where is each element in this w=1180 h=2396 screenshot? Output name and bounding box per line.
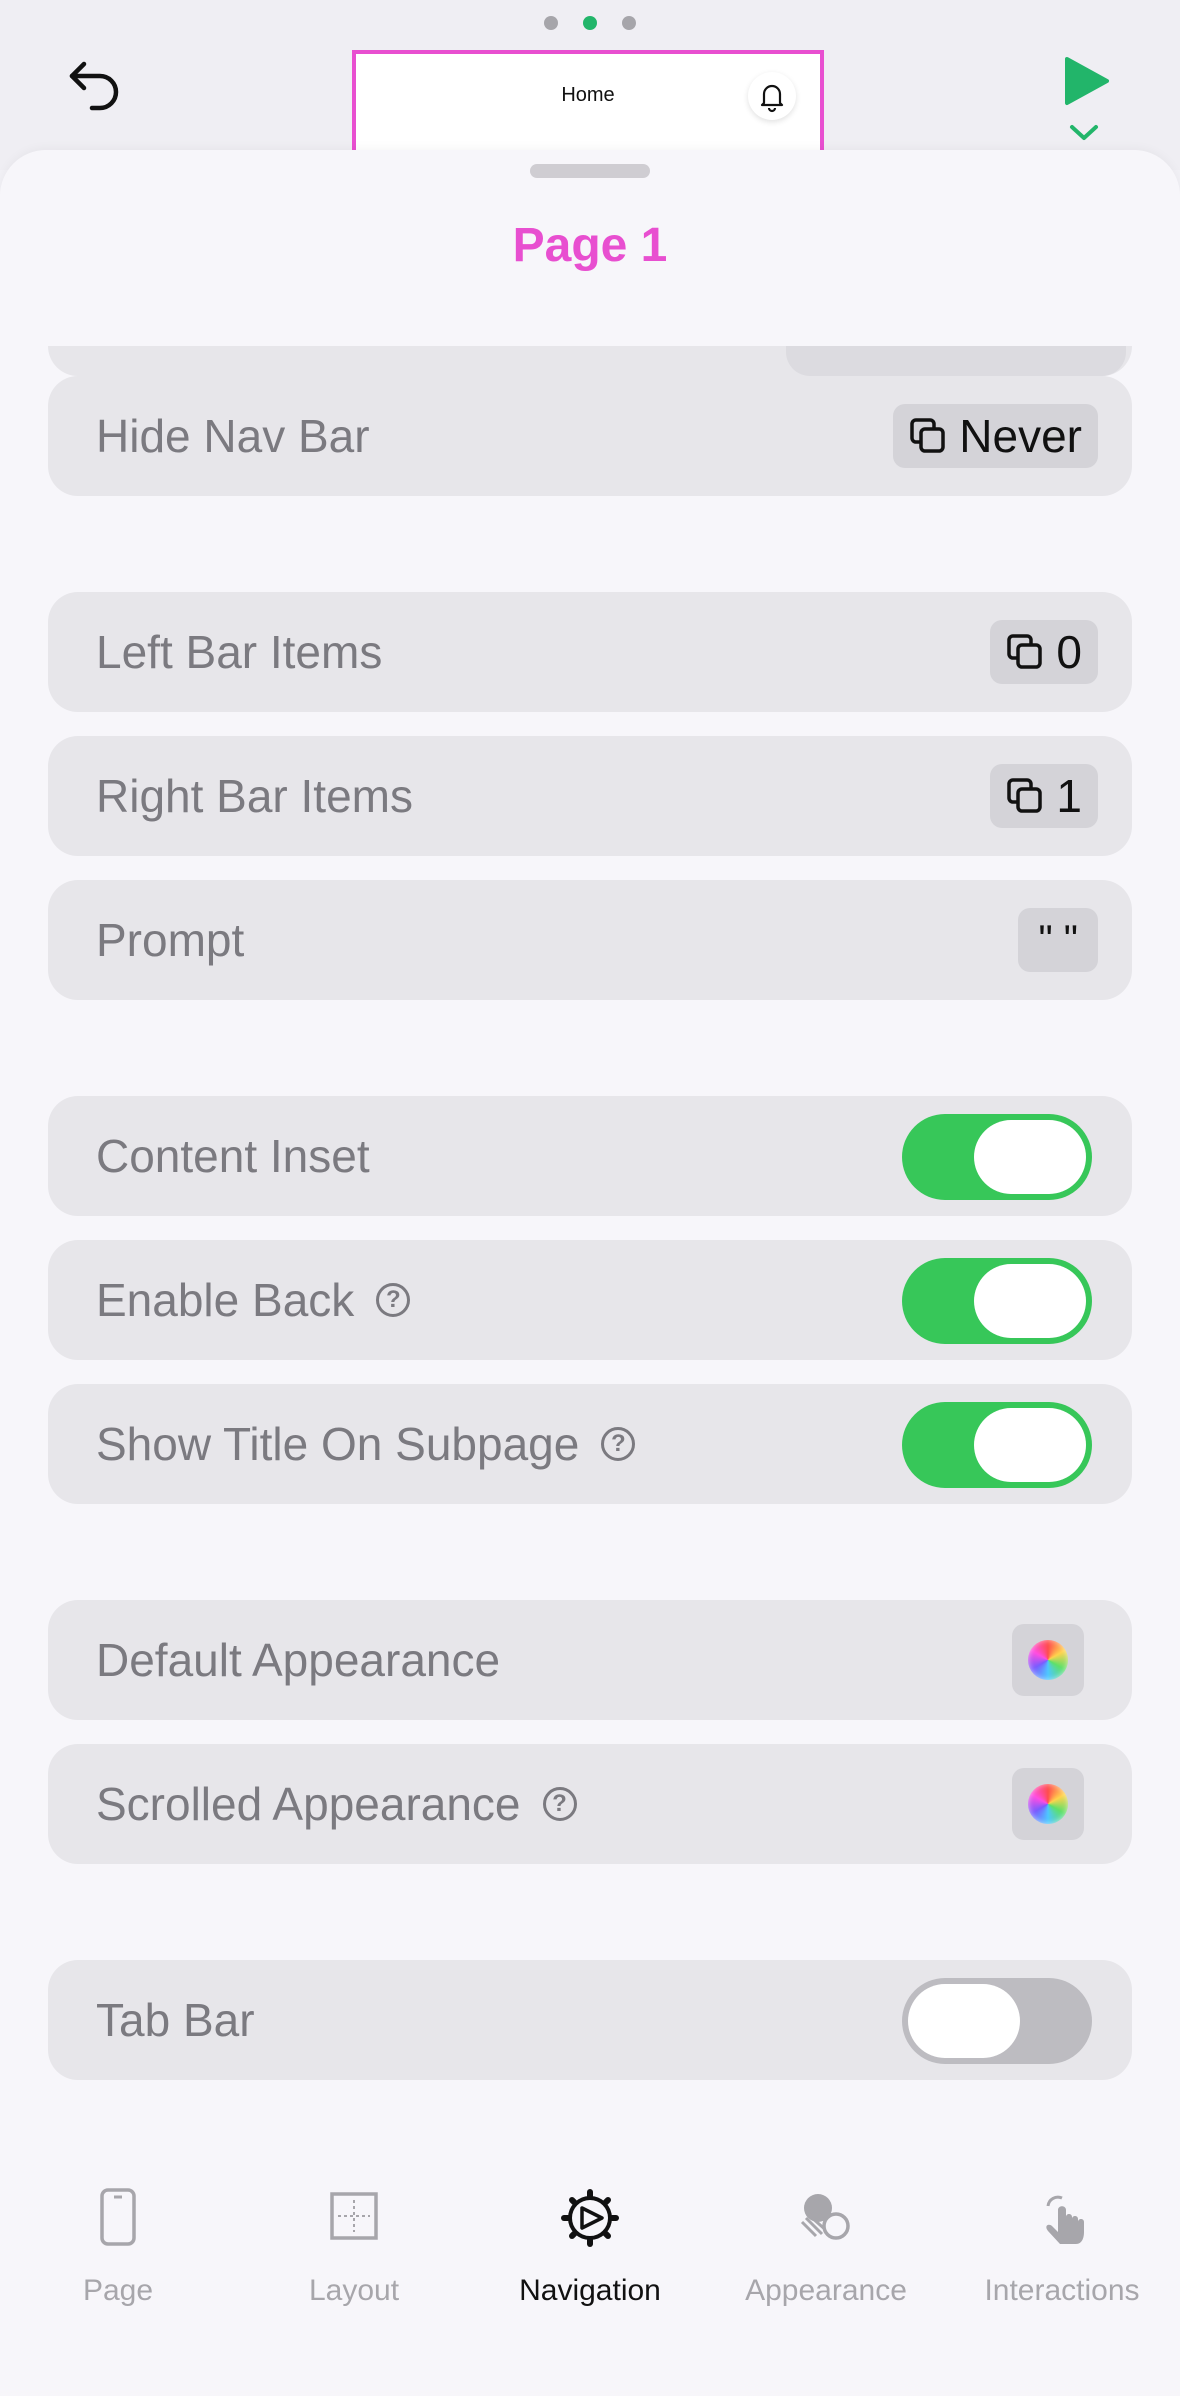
- help-icon[interactable]: ?: [542, 1786, 577, 1821]
- pager-dots: [0, 16, 1180, 36]
- tab-navigation[interactable]: Navigation: [472, 2170, 708, 2310]
- prompt-row[interactable]: Prompt " ": [48, 880, 1132, 1000]
- row-label: Enable Back?: [96, 1240, 411, 1360]
- tab-page[interactable]: Page: [0, 2170, 236, 2310]
- tab-interactions[interactable]: Interactions: [944, 2170, 1180, 2310]
- tab-layout[interactable]: Layout: [236, 2170, 472, 2310]
- phone-icon: [100, 2188, 136, 2246]
- settings-sheet: Page 1 Hide Nav Bar Never Left Bar Items…: [0, 150, 1180, 2396]
- tab-label: Layout: [308, 2274, 400, 2307]
- undo-icon[interactable]: [64, 54, 124, 114]
- row-label: Right Bar Items: [96, 770, 413, 822]
- left-bar-items-value[interactable]: 0: [990, 620, 1098, 684]
- enable-back-row: Enable Back?: [48, 1240, 1132, 1360]
- help-icon[interactable]: ?: [376, 1282, 411, 1317]
- play-icon[interactable]: [1063, 56, 1111, 106]
- default-appearance-color-button[interactable]: [1012, 1624, 1084, 1696]
- copy-icon: [1007, 634, 1043, 669]
- color-wheel-icon: [1028, 1640, 1068, 1680]
- color-wheel-icon: [1028, 1784, 1068, 1824]
- value-text: Never: [959, 410, 1082, 462]
- tab-bar-toggle[interactable]: [902, 1978, 1092, 2064]
- pager-dot[interactable]: [544, 16, 558, 30]
- hand-tap-icon: [1046, 2195, 1084, 2244]
- row-label: Content Inset: [96, 1130, 370, 1182]
- tab-label: Page: [82, 2274, 154, 2307]
- content-inset-row: Content Inset: [48, 1096, 1132, 1216]
- row-label: Default Appearance: [96, 1634, 501, 1686]
- right-bar-items-row[interactable]: Right Bar Items 1: [48, 736, 1132, 856]
- copy-icon: [910, 418, 946, 453]
- page-title: Page 1: [512, 219, 668, 272]
- help-icon[interactable]: ?: [601, 1426, 636, 1461]
- row-label-text: Enable Back: [96, 1274, 355, 1326]
- layout-grid-icon: [330, 2192, 378, 2240]
- copy-icon: [1007, 778, 1043, 813]
- prompt-value[interactable]: " ": [1018, 908, 1098, 972]
- tab-label: Interactions: [984, 2274, 1140, 2307]
- navigation-gear-icon: [561, 2189, 619, 2247]
- bottom-tab-bar: Page Layout Navigation Appearance Intera…: [0, 2140, 1180, 2396]
- tab-label: Navigation: [519, 2274, 661, 2307]
- show-title-on-subpage-row: Show Title On Subpage?: [48, 1384, 1132, 1504]
- value-text: 0: [1056, 626, 1082, 678]
- content-inset-toggle[interactable]: [902, 1114, 1092, 1200]
- preview-bell-button[interactable]: [748, 72, 796, 120]
- value-text: 1: [1056, 770, 1082, 822]
- hide-nav-bar-value[interactable]: Never: [893, 404, 1098, 468]
- chevron-down-icon[interactable]: [1068, 122, 1100, 144]
- row-label: Show Title On Subpage?: [96, 1384, 636, 1504]
- row-label: Left Bar Items: [96, 626, 383, 678]
- row-label: Hide Nav Bar: [96, 410, 370, 462]
- value-text: " ": [1038, 917, 1078, 962]
- bell-icon: [760, 84, 784, 113]
- scrolled-appearance-color-button[interactable]: [1012, 1768, 1084, 1840]
- tab-appearance[interactable]: Appearance: [708, 2170, 944, 2310]
- pager-dot-active[interactable]: [583, 16, 597, 30]
- appearance-icon: [800, 2194, 850, 2240]
- row-label: Prompt: [96, 914, 245, 966]
- clipped-row: [48, 346, 1132, 376]
- tab-label: Appearance: [745, 2274, 907, 2307]
- top-bar: Home: [0, 0, 1180, 170]
- show-title-on-subpage-toggle[interactable]: [902, 1402, 1092, 1488]
- sheet-grabber[interactable]: [530, 164, 650, 178]
- row-label-text: Show Title On Subpage: [96, 1418, 580, 1470]
- default-appearance-row[interactable]: Default Appearance: [48, 1600, 1132, 1720]
- row-label: Scrolled Appearance?: [96, 1744, 577, 1864]
- pager-dot[interactable]: [622, 16, 636, 30]
- enable-back-toggle[interactable]: [902, 1258, 1092, 1344]
- tab-bar-row: Tab Bar: [48, 1960, 1132, 2080]
- row-label: Tab Bar: [96, 1994, 255, 2046]
- scrolled-appearance-row[interactable]: Scrolled Appearance?: [48, 1744, 1132, 1864]
- row-label-text: Scrolled Appearance: [96, 1778, 521, 1830]
- right-bar-items-value[interactable]: 1: [990, 764, 1098, 828]
- hide-nav-bar-row[interactable]: Hide Nav Bar Never: [48, 376, 1132, 496]
- left-bar-items-row[interactable]: Left Bar Items 0: [48, 592, 1132, 712]
